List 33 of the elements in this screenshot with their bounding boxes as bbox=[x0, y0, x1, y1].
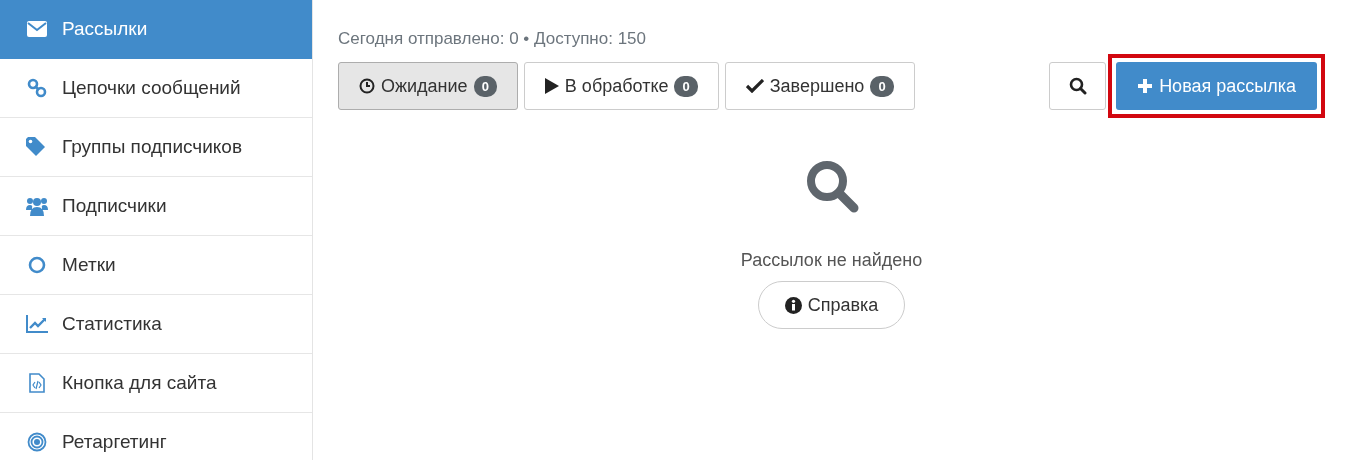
count-badge: 0 bbox=[674, 75, 698, 97]
help-button[interactable]: Справка bbox=[757, 281, 906, 329]
sidebar-item[interactable]: Метки bbox=[0, 236, 312, 295]
plus-icon bbox=[1137, 78, 1154, 94]
target-icon bbox=[26, 432, 48, 452]
chain-link-icon bbox=[26, 78, 48, 98]
clock-icon bbox=[359, 78, 375, 94]
filter-tab[interactable]: Завершено 0 bbox=[724, 62, 915, 110]
sidebar-item[interactable]: Рассылки bbox=[0, 0, 312, 59]
count-badge: 0 bbox=[870, 75, 894, 97]
envelope-icon bbox=[26, 21, 48, 37]
sidebar-item[interactable]: Кнопка для сайта bbox=[0, 354, 312, 413]
code-file-icon bbox=[26, 373, 48, 393]
sidebar-item[interactable]: Ретаргетинг bbox=[0, 413, 312, 460]
sending-stats: Сегодня отправлено: 0 • Доступно: 150 bbox=[338, 29, 647, 50]
search-button[interactable] bbox=[1049, 62, 1107, 110]
circle-icon bbox=[26, 256, 48, 274]
tag-icon bbox=[26, 137, 48, 157]
sidebar-item[interactable]: Группы подписчиков bbox=[0, 118, 312, 177]
check-icon bbox=[745, 79, 764, 93]
count-badge: 0 bbox=[473, 75, 497, 97]
sidebar-item[interactable]: Подписчики bbox=[0, 177, 312, 236]
search-icon bbox=[1068, 77, 1087, 95]
line-chart-icon bbox=[26, 315, 48, 333]
sidebar-item[interactable]: Статистика bbox=[0, 295, 312, 354]
filter-tab[interactable]: В обработке 0 bbox=[523, 62, 719, 110]
sidebar-item[interactable]: Цепочки сообщений bbox=[0, 59, 312, 118]
info-icon bbox=[784, 296, 802, 314]
empty-message: Рассылок не найдено bbox=[740, 250, 923, 271]
new-mailing-button[interactable]: Новая рассылка bbox=[1116, 62, 1317, 110]
filter-tab[interactable]: Ожидание 0 bbox=[338, 62, 518, 110]
play-icon bbox=[544, 78, 559, 94]
users-icon bbox=[26, 196, 48, 216]
